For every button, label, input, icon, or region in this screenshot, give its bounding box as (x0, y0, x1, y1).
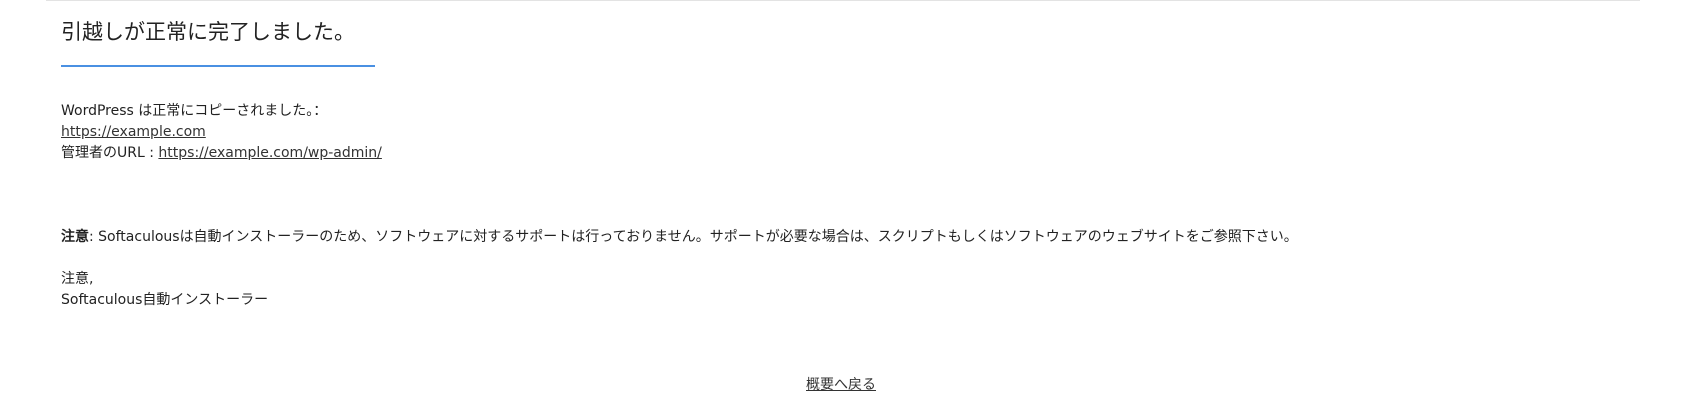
footer: 概要へ戻る (806, 374, 876, 394)
signoff-line-1: 注意, (61, 271, 94, 287)
page-title: 引越しが正常に完了しました。 (61, 20, 355, 44)
admin-url-label: 管理者のURL : (61, 145, 159, 161)
top-divider (46, 0, 1640, 1)
admin-url-row: 管理者のURL : https://example.com/wp-admin/ (61, 143, 382, 164)
signoff: 注意, Softaculous自動インストーラー (61, 269, 268, 311)
title-underline (61, 65, 375, 67)
copy-info: WordPress は正常にコピーされました。： https://example… (61, 101, 382, 164)
site-url-link[interactable]: https://example.com (61, 124, 206, 140)
copied-message: WordPress は正常にコピーされました。： (61, 103, 328, 119)
support-notice: 注意: Softaculousは自動インストーラーのため、ソフトウェアに対するサ… (61, 227, 1298, 248)
signoff-line-2: Softaculous自動インストーラー (61, 292, 269, 308)
notice-label: 注意 (61, 229, 89, 245)
admin-url-link[interactable]: https://example.com/wp-admin/ (158, 145, 381, 161)
back-to-overview-link[interactable]: 概要へ戻る (806, 377, 876, 393)
notice-text: : Softaculousは自動インストーラーのため、ソフトウェアに対するサポー… (89, 229, 1298, 245)
